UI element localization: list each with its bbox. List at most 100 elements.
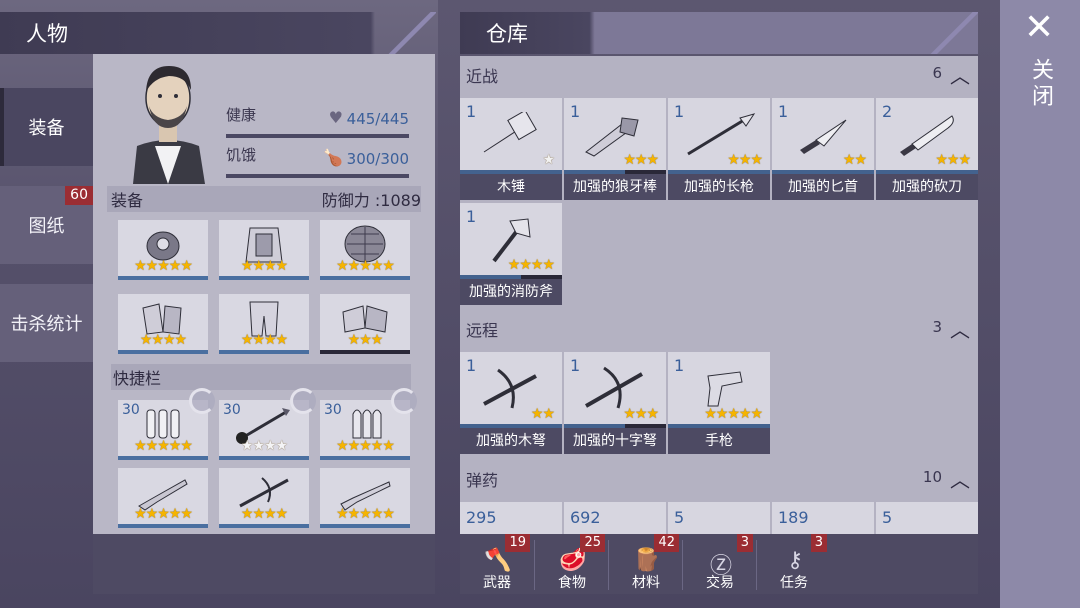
slot-stars: ★★★★★ [134,506,193,522]
ammo-quantity: 5 [882,508,893,527]
slot-stars: ★★★★★ [336,506,395,522]
ammo-quantity: 295 [466,508,497,527]
food-badge: 25 [580,534,605,552]
chevron-up-icon[interactable]: ︿ [950,314,970,343]
equipment-slot-boots[interactable]: ★★★ [320,294,410,354]
warehouse-filter-bar: 🪓 19 武器 🥩 25 食物 🪵 42 材料 Ⓩ 3 交易 ⚷ 3 任务 [460,534,978,594]
equipment-slot-pants[interactable]: ★★★★ [219,294,309,354]
slot-stars: ★★★★ [240,332,288,348]
ranged-count: 3 [932,318,942,336]
blueprints-badge: 60 [65,186,93,205]
swap-icon[interactable] [189,388,215,414]
equipment-slot-helmet[interactable]: ★★★★★ [118,220,208,280]
tab-kill-stats-label: 击杀统计 [10,314,83,335]
materials-label: 材料 [632,575,660,591]
hunger-stat: 饥饿 🍗 300/300 [226,142,409,178]
hotbar-slot-6[interactable]: ★★★★★ [320,468,410,528]
item-wooden-crossbow[interactable]: 1 ★★ 加强的木弩 [460,352,562,454]
item-stars: ★★★ [935,152,971,168]
ammo-quantity: 5 [674,508,685,527]
item-machete[interactable]: 2 ★★★ 加强的砍刀 [876,98,978,200]
swap-icon[interactable] [290,388,316,414]
item-stars: ★★★ [727,152,763,168]
health-bar [226,134,409,138]
close-icon[interactable]: ✕ [1024,10,1054,46]
health-value: 445/445 [346,110,409,128]
slot-stars: ★★★ [347,332,384,348]
health-stat: 健康 ♥ 445/445 [226,102,409,138]
character-panel: 健康 ♥ 445/445 饥饿 🍗 300/300 装备 防御力 :1089 ★… [93,54,435,534]
melee-label: 近战 [466,67,499,86]
item-stars: ★★★★★ [704,406,763,422]
equipment-slot-back[interactable]: ★★★★★ [320,220,410,280]
character-header: 人物 [0,12,436,54]
tab-blueprints[interactable]: 图纸 60 [0,186,93,264]
item-spiked-club[interactable]: 1 ★★★ 加强的狼牙棒 [564,98,666,200]
drumstick-icon: 🍗 [323,148,343,167]
weapons-badge: 19 [505,534,530,552]
ammo-count: 10 [922,468,942,486]
ammo-item[interactable]: 295 [460,502,562,534]
ammo-item[interactable]: 5 [876,502,978,534]
tab-equipment[interactable]: 装备 [0,88,93,166]
heart-icon: ♥ [328,108,343,127]
filter-trade[interactable]: Ⓩ 3 交易 [683,534,757,594]
item-crossbow[interactable]: 1 ★★★ 加强的十字弩 [564,352,666,454]
tab-kill-stats[interactable]: 击杀统计 [0,284,93,362]
chevron-up-icon[interactable]: ︿ [950,464,970,493]
filter-quests[interactable]: ⚷ 3 任务 [757,534,831,594]
food-label: 食物 [558,575,586,591]
hunger-label: 饥饿 [226,146,257,164]
ranged-label: 远程 [466,321,499,340]
ammo-item[interactable]: 189 [772,502,874,534]
slot-stars: ★★★★ [240,438,288,454]
health-label: 健康 [226,106,257,124]
item-name: 加强的消防斧 [460,279,562,305]
hotbar-label: 快捷栏 [113,369,162,388]
warehouse-header: 仓库 [460,12,978,54]
item-name: 手枪 [668,428,770,454]
item-pistol[interactable]: 1 ★★★★★ 手枪 [668,352,770,454]
item-dagger[interactable]: 1 ★★ 加强的匕首 [772,98,874,200]
hunger-value: 300/300 [346,150,409,168]
item-name: 加强的狼牙棒 [564,174,666,200]
equipment-slot-armor[interactable]: ★★★★ [219,220,309,280]
slot-stars: ★★★★★ [336,438,395,454]
ranged-category-header[interactable]: 远程 3 ︿ [460,310,978,344]
filter-weapons[interactable]: 🪓 19 武器 [460,534,534,594]
ammo-quantity: 189 [778,508,809,527]
equipment-slot-gloves[interactable]: ★★★★ [118,294,208,354]
defense-label: 防御力 :1089 [321,191,421,210]
ammo-item[interactable]: 692 [564,502,666,534]
item-name: 加强的砍刀 [876,174,978,200]
swap-icon[interactable] [391,388,417,414]
warehouse-title: 仓库 [486,22,528,46]
close-label[interactable]: 关闭 [1026,58,1056,110]
slot-stars: ★★★★★ [336,258,395,274]
hotbar-slot-4[interactable]: ★★★★★ [118,468,208,528]
tab-equipment-label: 装备 [28,118,65,139]
ammo-item[interactable]: 5 [668,502,770,534]
item-name: 加强的木弩 [460,428,562,454]
close-rail[interactable]: ✕ 关闭 [1000,0,1080,608]
melee-category-header[interactable]: 近战 6 ︿ [460,56,978,90]
item-name: 加强的匕首 [772,174,874,200]
item-spear[interactable]: 1 ★★★ 加强的长枪 [668,98,770,200]
filter-materials[interactable]: 🪵 42 材料 [609,534,683,594]
hammer-icon [482,112,537,155]
hotbar-slot-5[interactable]: ★★★★ [219,468,309,528]
slot-stars: ★★★★ [240,258,288,274]
melee-count: 6 [932,64,942,82]
filter-food[interactable]: 🥩 25 食物 [535,534,609,594]
character-title: 人物 [26,22,68,46]
ammo-label: 弹药 [466,471,499,490]
weapons-label: 武器 [483,575,511,591]
ammo-category-header[interactable]: 弹药 10 ︿ [460,460,978,494]
ammo-quantity: 692 [570,508,601,527]
item-stars: ★★ [530,406,555,422]
hunger-bar [226,174,409,178]
item-wooden-hammer[interactable]: 1 ★ 木锤 [460,98,562,200]
item-fire-axe[interactable]: 1 ★★★★ 加强的消防斧 [460,203,562,305]
item-stars: ★★★★ [507,257,555,273]
chevron-up-icon[interactable]: ︿ [950,60,970,89]
